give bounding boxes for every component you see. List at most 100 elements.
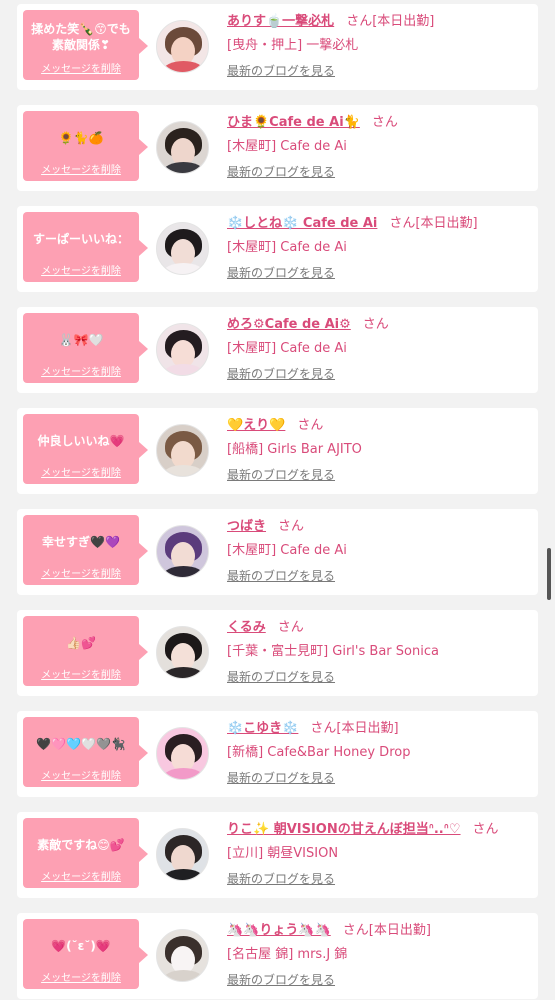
shop-name: [立川] 朝昼VISION xyxy=(227,846,339,861)
message-text: 揉めた笑🍾😙でも素敵関係❣ xyxy=(31,22,131,52)
latest-blog-link[interactable]: 最新のブログを見る xyxy=(227,365,335,382)
message-bubble: 👍🏻💕 メッセージを削除 xyxy=(23,616,148,686)
honorific: さん xyxy=(389,216,416,231)
avatar-body xyxy=(163,566,204,577)
avatar-body xyxy=(163,768,204,779)
cast-name-link[interactable]: つばき xyxy=(227,519,266,534)
delete-message-link[interactable]: メッセージを削除 xyxy=(23,767,139,782)
delete-message-link[interactable]: メッセージを削除 xyxy=(23,363,139,378)
latest-blog-link[interactable]: 最新のブログを見る xyxy=(227,971,335,988)
honorific: さん xyxy=(277,620,304,635)
cast-header: 🦄🦄りょう🦄🦄 さん[本日出勤] xyxy=(227,919,431,939)
status-badge: [本日出勤] xyxy=(372,14,435,29)
message-bubble: 素敵ですね😊💕 メッセージを削除 xyxy=(23,818,148,888)
avatar[interactable] xyxy=(156,828,209,881)
cast-name-link[interactable]: ❄️しとね❄️ Cafe de Ai xyxy=(227,216,377,231)
cast-name-link[interactable]: くるみ xyxy=(227,620,266,635)
delete-message-link[interactable]: メッセージを削除 xyxy=(23,60,139,75)
list-item: 幸せすぎ🖤💜 メッセージを削除 つばき さん [木屋町] Cafe de Ai 最… xyxy=(17,509,538,595)
cast-name-link[interactable]: ひま🌻Cafe de Ai🐈 xyxy=(227,115,360,130)
avatar[interactable] xyxy=(156,929,209,982)
shop-name: [船橋] Girls Bar AJITO xyxy=(227,442,362,457)
shop-name: [木屋町] Cafe de Ai xyxy=(227,139,347,154)
shop-name: [名古屋 錦] mrs.J 錦 xyxy=(227,947,348,962)
message-bubble: 幸せすぎ🖤💜 メッセージを削除 xyxy=(23,515,148,585)
delete-message-link[interactable]: メッセージを削除 xyxy=(23,161,139,176)
latest-blog-link[interactable]: 最新のブログを見る xyxy=(227,62,335,79)
cast-header: ありす🍵一撃必札 さん[本日出勤] xyxy=(227,10,434,30)
shop-name: [千葉・富士見町] Girl's Bar Sonica xyxy=(227,644,439,659)
avatar[interactable] xyxy=(156,626,209,679)
avatar-body xyxy=(163,364,204,375)
latest-blog-link[interactable]: 最新のブログを見る xyxy=(227,466,335,483)
cast-header: りこ✨ 朝VISIONの甘えんぼ担当ᐢ..ᐢ♡ さん xyxy=(227,818,499,838)
message-bubble: すーぱーいいね： メッセージを削除 xyxy=(23,212,148,282)
message-text: 🐰🎀🤍 xyxy=(58,333,104,347)
scrollbar[interactable] xyxy=(547,548,551,600)
status-badge: [本日出勤] xyxy=(368,923,431,938)
honorific: さん xyxy=(310,721,337,736)
honorific: さん xyxy=(346,14,373,29)
list-item: 🖤🩷🩵🤍🩶🐈‍⬛ メッセージを削除 ❄️こゆき❄️ さん[本日出勤] [新橋] C… xyxy=(17,711,538,797)
avatar-body xyxy=(163,162,204,173)
honorific: さん xyxy=(278,519,305,534)
avatar[interactable] xyxy=(156,727,209,780)
avatar-body xyxy=(163,465,204,476)
cast-name-link[interactable]: 🦄🦄りょう🦄🦄 xyxy=(227,923,331,938)
latest-blog-link[interactable]: 最新のブログを見る xyxy=(227,769,335,786)
message-text: 🖤🩷🩵🤍🩶🐈‍⬛ xyxy=(36,737,126,751)
status-badge: [本日出勤] xyxy=(415,216,478,231)
honorific: さん xyxy=(371,115,398,130)
delete-message-link[interactable]: メッセージを削除 xyxy=(23,262,139,277)
avatar-body xyxy=(163,667,204,678)
list-item: 仲良しいいね💗 メッセージを削除 💛えり💛 さん [船橋] Girls Bar A… xyxy=(17,408,538,494)
cast-name-link[interactable]: めろ⚙Cafe de Ai⚙ xyxy=(227,317,351,332)
latest-blog-link[interactable]: 最新のブログを見る xyxy=(227,668,335,685)
message-list: 揉めた笑🍾😙でも素敵関係❣ メッセージを削除 ありす🍵一撃必札 さん[本日出勤] … xyxy=(0,0,555,1000)
avatar[interactable] xyxy=(156,121,209,174)
list-item: すーぱーいいね： メッセージを削除 ❄️しとね❄️ Cafe de Ai さん[本… xyxy=(17,206,538,292)
message-text: 👍🏻💕 xyxy=(66,636,96,650)
list-item: 揉めた笑🍾😙でも素敵関係❣ メッセージを削除 ありす🍵一撃必札 さん[本日出勤] … xyxy=(17,4,538,90)
list-item: 👍🏻💕 メッセージを削除 くるみ さん [千葉・富士見町] Girl's Bar … xyxy=(17,610,538,696)
cast-name-link[interactable]: りこ✨ 朝VISIONの甘えんぼ担当ᐢ..ᐢ♡ xyxy=(227,822,461,837)
cast-header: くるみ さん xyxy=(227,616,304,636)
avatar-body xyxy=(163,61,204,72)
message-text: 🌻🐈🍊 xyxy=(58,131,104,145)
shop-name: [木屋町] Cafe de Ai xyxy=(227,240,347,255)
avatar-body xyxy=(163,869,204,880)
message-bubble: 揉めた笑🍾😙でも素敵関係❣ メッセージを削除 xyxy=(23,10,148,80)
avatar[interactable] xyxy=(156,323,209,376)
honorific: さん xyxy=(472,822,499,837)
latest-blog-link[interactable]: 最新のブログを見る xyxy=(227,870,335,887)
avatar[interactable] xyxy=(156,20,209,73)
avatar[interactable] xyxy=(156,222,209,275)
delete-message-link[interactable]: メッセージを削除 xyxy=(23,464,139,479)
list-item: 💗(˘ε˘)💗 メッセージを削除 🦄🦄りょう🦄🦄 さん[本日出勤] [名古屋 錦]… xyxy=(17,913,538,999)
latest-blog-link[interactable]: 最新のブログを見る xyxy=(227,163,335,180)
delete-message-link[interactable]: メッセージを削除 xyxy=(23,969,139,984)
message-text: 💗(˘ε˘)💗 xyxy=(51,939,111,953)
cast-header: ❄️こゆき❄️ さん[本日出勤] xyxy=(227,717,399,737)
cast-name-link[interactable]: ありす🍵一撃必札 xyxy=(227,14,334,29)
cast-name-link[interactable]: ❄️こゆき❄️ xyxy=(227,721,298,736)
cast-header: ひま🌻Cafe de Ai🐈 さん xyxy=(227,111,398,131)
delete-message-link[interactable]: メッセージを削除 xyxy=(23,565,139,580)
shop-name: [木屋町] Cafe de Ai xyxy=(227,543,347,558)
honorific: さん xyxy=(297,418,324,433)
cast-name-link[interactable]: 💛えり💛 xyxy=(227,418,285,433)
latest-blog-link[interactable]: 最新のブログを見る xyxy=(227,264,335,281)
delete-message-link[interactable]: メッセージを削除 xyxy=(23,868,139,883)
latest-blog-link[interactable]: 最新のブログを見る xyxy=(227,567,335,584)
cast-header: ❄️しとね❄️ Cafe de Ai さん[本日出勤] xyxy=(227,212,478,232)
cast-header: めろ⚙Cafe de Ai⚙ さん xyxy=(227,313,389,333)
avatar[interactable] xyxy=(156,525,209,578)
honorific: さん xyxy=(362,317,389,332)
message-bubble: 仲良しいいね💗 メッセージを削除 xyxy=(23,414,148,484)
message-bubble: 🌻🐈🍊 メッセージを削除 xyxy=(23,111,148,181)
list-item: 🐰🎀🤍 メッセージを削除 めろ⚙Cafe de Ai⚙ さん [木屋町] Cafe… xyxy=(17,307,538,393)
message-text: 素敵ですね😊💕 xyxy=(37,838,125,852)
avatar[interactable] xyxy=(156,424,209,477)
shop-name: [曳舟・押上] 一撃必札 xyxy=(227,38,359,53)
delete-message-link[interactable]: メッセージを削除 xyxy=(23,666,139,681)
